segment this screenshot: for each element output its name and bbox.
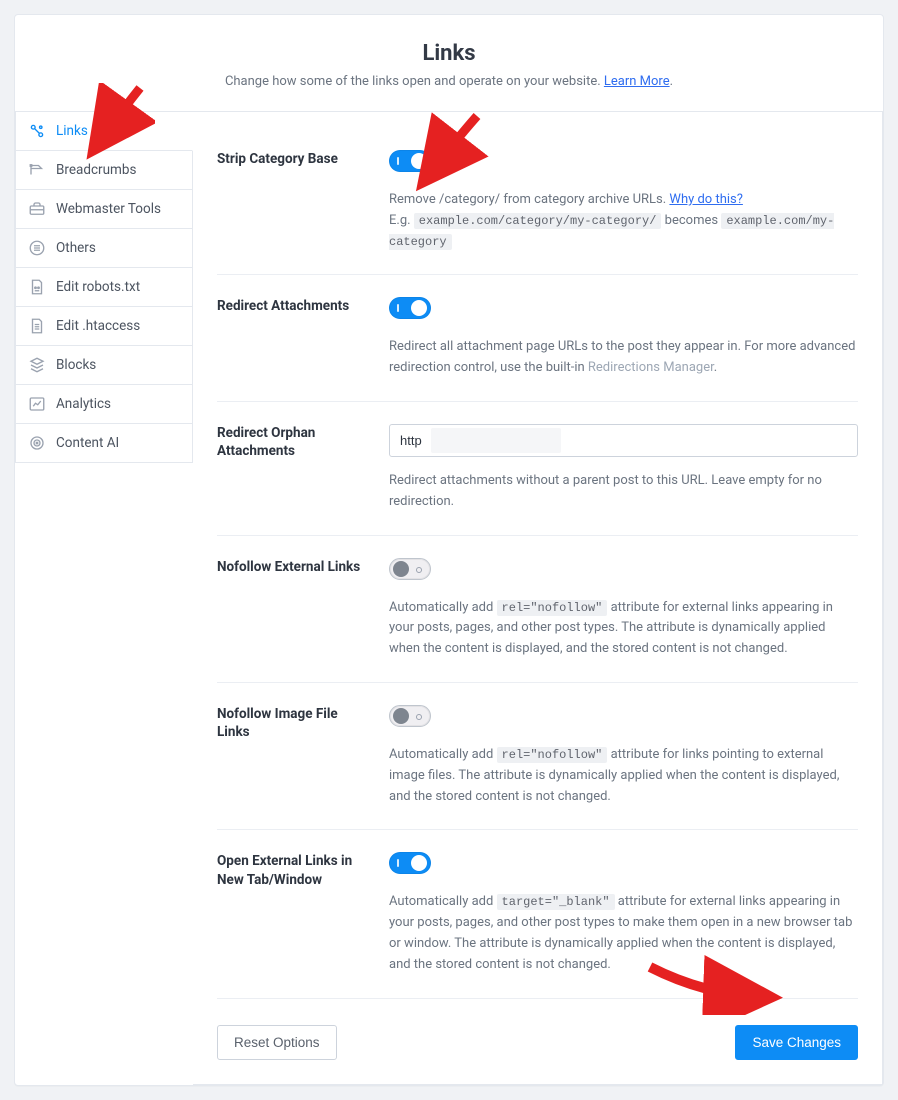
toggle-nofollow-image[interactable] <box>389 705 431 727</box>
redirections-manager-link[interactable]: Redirections Manager <box>588 360 714 375</box>
sidebar-item-analytics[interactable]: Analytics <box>15 385 193 424</box>
toggle-nofollow-external[interactable] <box>389 558 431 580</box>
setting-label: Redirect Attachments <box>217 297 365 379</box>
setting-redirect-attachments: Redirect Attachments Redirect all attach… <box>217 275 858 402</box>
links-icon <box>28 122 46 140</box>
save-changes-button[interactable]: Save Changes <box>735 1025 858 1060</box>
setting-label: Nofollow External Links <box>217 558 365 660</box>
sidebar-item-label: Blocks <box>56 357 96 373</box>
example-from-code: example.com/category/my-category/ <box>414 213 662 229</box>
sidebar-item-edit-robots-txt[interactable]: Edit robots.txt <box>15 268 193 307</box>
setting-redirect-orphan: Redirect Orphan Attachments Redirect att… <box>217 402 858 536</box>
sidebar-item-label: Edit .htaccess <box>56 318 140 334</box>
sidebar-item-label: Breadcrumbs <box>56 162 136 178</box>
sidebar-item-label: Links <box>56 123 88 139</box>
toggle-redirect-attachments[interactable] <box>389 297 431 319</box>
page-title: Links <box>35 41 863 66</box>
blocks-icon <box>28 356 46 374</box>
toggle-strip-category-base[interactable] <box>389 150 431 172</box>
setting-label: Nofollow Image File Links <box>217 705 365 807</box>
sidebar-item-label: Edit robots.txt <box>56 279 140 295</box>
setting-nofollow-external: Nofollow External Links Automatically ad… <box>217 536 858 683</box>
chart-icon <box>28 395 46 413</box>
setting-description: Redirect all attachment page URLs to the… <box>389 337 858 379</box>
file-robot-icon <box>28 278 46 296</box>
settings-footer: Reset Options Save Changes <box>217 1007 858 1060</box>
setting-label: Open External Links in New Tab/Window <box>217 852 365 975</box>
setting-strip-category-base: Strip Category Base Remove /category/ fr… <box>217 128 858 275</box>
sidebar-item-blocks[interactable]: Blocks <box>15 346 193 385</box>
nofollow-code: rel="nofollow" <box>497 747 608 763</box>
redacted-overlay <box>431 428 561 453</box>
learn-more-link[interactable]: Learn More <box>604 74 670 89</box>
target-icon <box>28 434 46 452</box>
setting-nofollow-image: Nofollow Image File Links Automatically … <box>217 683 858 830</box>
list-icon <box>28 239 46 257</box>
setting-label: Redirect Orphan Attachments <box>217 424 365 513</box>
breadcrumbs-icon <box>28 161 46 179</box>
setting-description: Automatically add target="_blank" attrib… <box>389 892 858 975</box>
sidebar-item-links[interactable]: Links <box>15 112 193 151</box>
file-lines-icon <box>28 317 46 335</box>
sidebar-item-edit-htaccess[interactable]: Edit .htaccess <box>15 307 193 346</box>
sidebar-item-label: Content AI <box>56 435 119 451</box>
settings-sidebar: Links Breadcrumbs Webmaster Tools Others Edi… <box>15 112 193 1085</box>
setting-description: Automatically add rel="nofollow" attribu… <box>389 598 858 660</box>
sidebar-item-others[interactable]: Others <box>15 229 193 268</box>
sidebar-item-content-ai[interactable]: Content AI <box>15 424 193 463</box>
sidebar-item-label: Others <box>56 240 96 256</box>
sidebar-item-label: Webmaster Tools <box>56 201 161 217</box>
setting-description: Remove /category/ from category archive … <box>389 190 858 252</box>
page-header: Links Change how some of the links open … <box>15 15 883 112</box>
setting-open-new-tab: Open External Links in New Tab/Window Au… <box>217 830 858 998</box>
reset-options-button[interactable]: Reset Options <box>217 1025 337 1060</box>
sidebar-item-label: Analytics <box>56 396 111 412</box>
sidebar-item-breadcrumbs[interactable]: Breadcrumbs <box>15 151 193 190</box>
nofollow-code: rel="nofollow" <box>497 600 608 616</box>
toggle-open-new-tab[interactable] <box>389 852 431 874</box>
why-do-this-link[interactable]: Why do this? <box>669 192 742 207</box>
setting-label: Strip Category Base <box>217 150 365 252</box>
target-blank-code: target="_blank" <box>497 894 615 910</box>
sidebar-item-webmaster-tools[interactable]: Webmaster Tools <box>15 190 193 229</box>
toolbox-icon <box>28 200 46 218</box>
page-subtitle: Change how some of the links open and op… <box>35 74 863 89</box>
settings-panel: Strip Category Base Remove /category/ fr… <box>193 112 883 1085</box>
setting-description: Redirect attachments without a parent po… <box>389 471 858 513</box>
setting-description: Automatically add rel="nofollow" attribu… <box>389 745 858 807</box>
